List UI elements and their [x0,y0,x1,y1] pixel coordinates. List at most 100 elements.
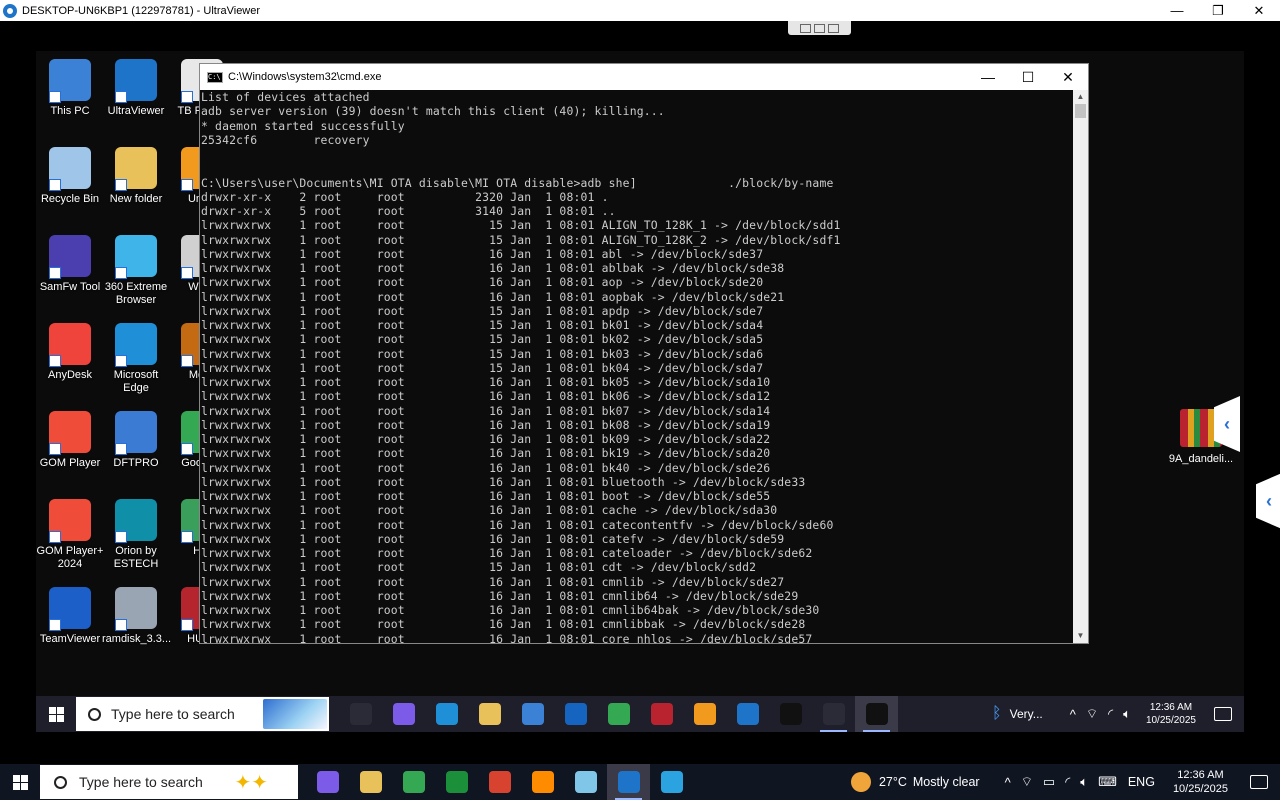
local-date: 10/25/2025 [1172,783,1228,795]
minimize-button[interactable]: — [1155,0,1199,21]
remote-start-button[interactable] [36,696,76,732]
taskbar-app-gom[interactable] [683,696,726,732]
taskbar-app-winrar[interactable] [640,696,683,732]
telegram-icon [660,771,683,793]
remote-taskbar: Type here to search ᛒ Very... ^ ⌔ ◜ 🔈︎ 1… [36,696,1244,732]
notification-icon[interactable] [1214,707,1232,721]
sparkle-icon: ✦✦ [234,772,268,794]
windows-logo-icon [48,706,64,722]
taskbar-app-cmd-active[interactable] [855,696,898,732]
taskbar-app-upwork[interactable] [435,764,478,800]
desktop-icon[interactable]: DFTPRO [102,411,170,470]
desktop-icon-label: DFTPRO [113,457,159,469]
desktop-icon-label: GOM Player+ 2024 [36,545,104,570]
outlook-icon [564,703,587,725]
chevron-down-icon[interactable] [828,23,839,33]
taskbar-app-edge[interactable] [425,696,468,732]
desktop-icon[interactable]: AnyDesk [36,323,104,382]
chrome-icon [607,703,630,725]
desktop-icon-label: UltraViewer [107,105,165,117]
battery-icon[interactable]: ▭ [1043,774,1055,790]
scroll-up-icon[interactable]: ▲ [1073,90,1088,104]
taskbar-app-vlc[interactable] [521,764,564,800]
fullscreen-icon[interactable] [814,23,825,33]
taskbar-app-cmd-prompt[interactable] [769,696,812,732]
desktop-icon-label: Orion by ESTECH [113,545,159,570]
taskbar-app-defender[interactable] [812,696,855,732]
desktop-icon[interactable]: This PC [36,59,104,118]
taskbar-app-copilot[interactable] [382,696,425,732]
taskbar-app-task-view[interactable] [339,696,382,732]
start-button[interactable] [0,764,40,800]
cmd-titlebar[interactable]: C:\ C:\Windows\system32\cmd.exe — ☐ ✕ [200,64,1088,90]
taskbar-app-ultraviewer[interactable] [726,696,769,732]
taskbar-app-wps[interactable] [478,764,521,800]
network-icon[interactable]: ⌔ [1021,774,1033,790]
desktop-icon[interactable]: 360 Extreme Browser [102,235,170,307]
desktop-icon-label: New folder [109,193,163,205]
weather-text[interactable]: Mostly clear [913,775,980,789]
grid-icon[interactable] [800,23,811,33]
close-button[interactable]: ✕ [1237,0,1280,21]
desktop-icon[interactable]: GOM Player+ 2024 [36,499,104,571]
vlc-icon [531,771,554,793]
bluetooth-icon[interactable]: ᛒ [992,705,1002,723]
scroll-down-icon[interactable]: ▼ [1073,629,1088,643]
desktop-icon-label: This PC [50,105,90,117]
taskbar-app-notepad[interactable] [564,764,607,800]
ultraviewer-side-tab-outer[interactable]: ‹ [1256,473,1280,529]
desktop-icon[interactable]: Recycle Bin [36,147,104,206]
ultraviewer-toolbar[interactable] [788,21,851,35]
cmd-console-output[interactable]: List of devices attached adb server vers… [200,90,1074,643]
search-box[interactable]: Type here to search ✦✦ [40,765,298,799]
taskbar-app-chrome[interactable] [597,696,640,732]
tray-label[interactable]: Very... [1010,707,1043,721]
desktop-icon[interactable]: TeamViewer [36,587,104,646]
weather-icon[interactable] [850,772,871,792]
copilot-icon [392,703,415,725]
desktop-icon[interactable]: GOM Player [36,411,104,470]
notification-icon[interactable] [1250,775,1268,789]
desktop-icon[interactable]: New folder [102,147,170,206]
taskbar-app-file-explorer[interactable] [349,764,392,800]
cmd-maximize-button[interactable]: ☐ [1008,64,1048,90]
cmd-close-button[interactable]: ✕ [1048,64,1088,90]
ultraviewer-app-icon [3,3,17,18]
app-icon [115,499,157,543]
chrome-icon [402,771,425,793]
taskbar-app-store[interactable] [511,696,554,732]
cmd-window[interactable]: C:\ C:\Windows\system32\cmd.exe — ☐ ✕ Li… [199,63,1089,644]
chevron-up-icon[interactable]: ^ [1005,775,1011,790]
remote-search-box[interactable]: Type here to search [76,697,329,731]
ultraviewer-titlebar[interactable]: DESKTOP-UN6KBP1 (122978781) - UltraViewe… [0,0,1280,21]
taskbar-app-telegram[interactable] [650,764,693,800]
desktop-icon[interactable]: SamFw Tool [36,235,104,294]
desktop-icon[interactable]: UltraViewer [102,59,170,118]
cmd-scrollbar[interactable]: ▲ ▼ [1073,90,1088,643]
remote-clock[interactable]: 12:36 AM 10/25/2025 [1146,701,1196,727]
taskbar-app-copilot[interactable] [306,764,349,800]
taskbar-app-chrome[interactable] [392,764,435,800]
scrollbar-thumb[interactable] [1075,104,1086,118]
volume-icon[interactable]: 🔈︎ [1080,774,1088,790]
volume-icon[interactable]: 🔈︎ [1123,706,1131,722]
taskbar-app-file-explorer[interactable] [468,696,511,732]
network-icon[interactable]: ⌔ [1086,706,1098,722]
cmd-minimize-button[interactable]: — [968,64,1008,90]
local-clock[interactable]: 12:36 AM 10/25/2025 [1173,768,1228,796]
file-explorer-icon [478,703,501,725]
remote-desktop-view[interactable]: This PCUltraViewerTB PhoneRecycle BinNew… [36,51,1244,732]
restore-button[interactable]: ❐ [1196,0,1240,21]
desktop-icon-label: TeamViewer [39,633,101,645]
weather-temp[interactable]: 27°C [879,775,907,789]
desktop-icon[interactable]: Orion by ESTECH [102,499,170,571]
language-indicator[interactable]: ENG [1128,775,1155,789]
desktop-icon[interactable]: Microsoft Edge [102,323,170,395]
taskbar-app-outlook[interactable] [554,696,597,732]
wifi-icon[interactable]: ◜ [1065,774,1070,790]
desktop-icon[interactable]: ramdisk_3.3... [102,587,171,646]
wifi-icon[interactable]: ◜ [1108,706,1113,722]
taskbar-app-ultraviewer[interactable] [607,764,650,800]
keyboard-icon[interactable]: ⌨ [1098,774,1117,790]
chevron-up-icon[interactable]: ^ [1070,707,1076,722]
